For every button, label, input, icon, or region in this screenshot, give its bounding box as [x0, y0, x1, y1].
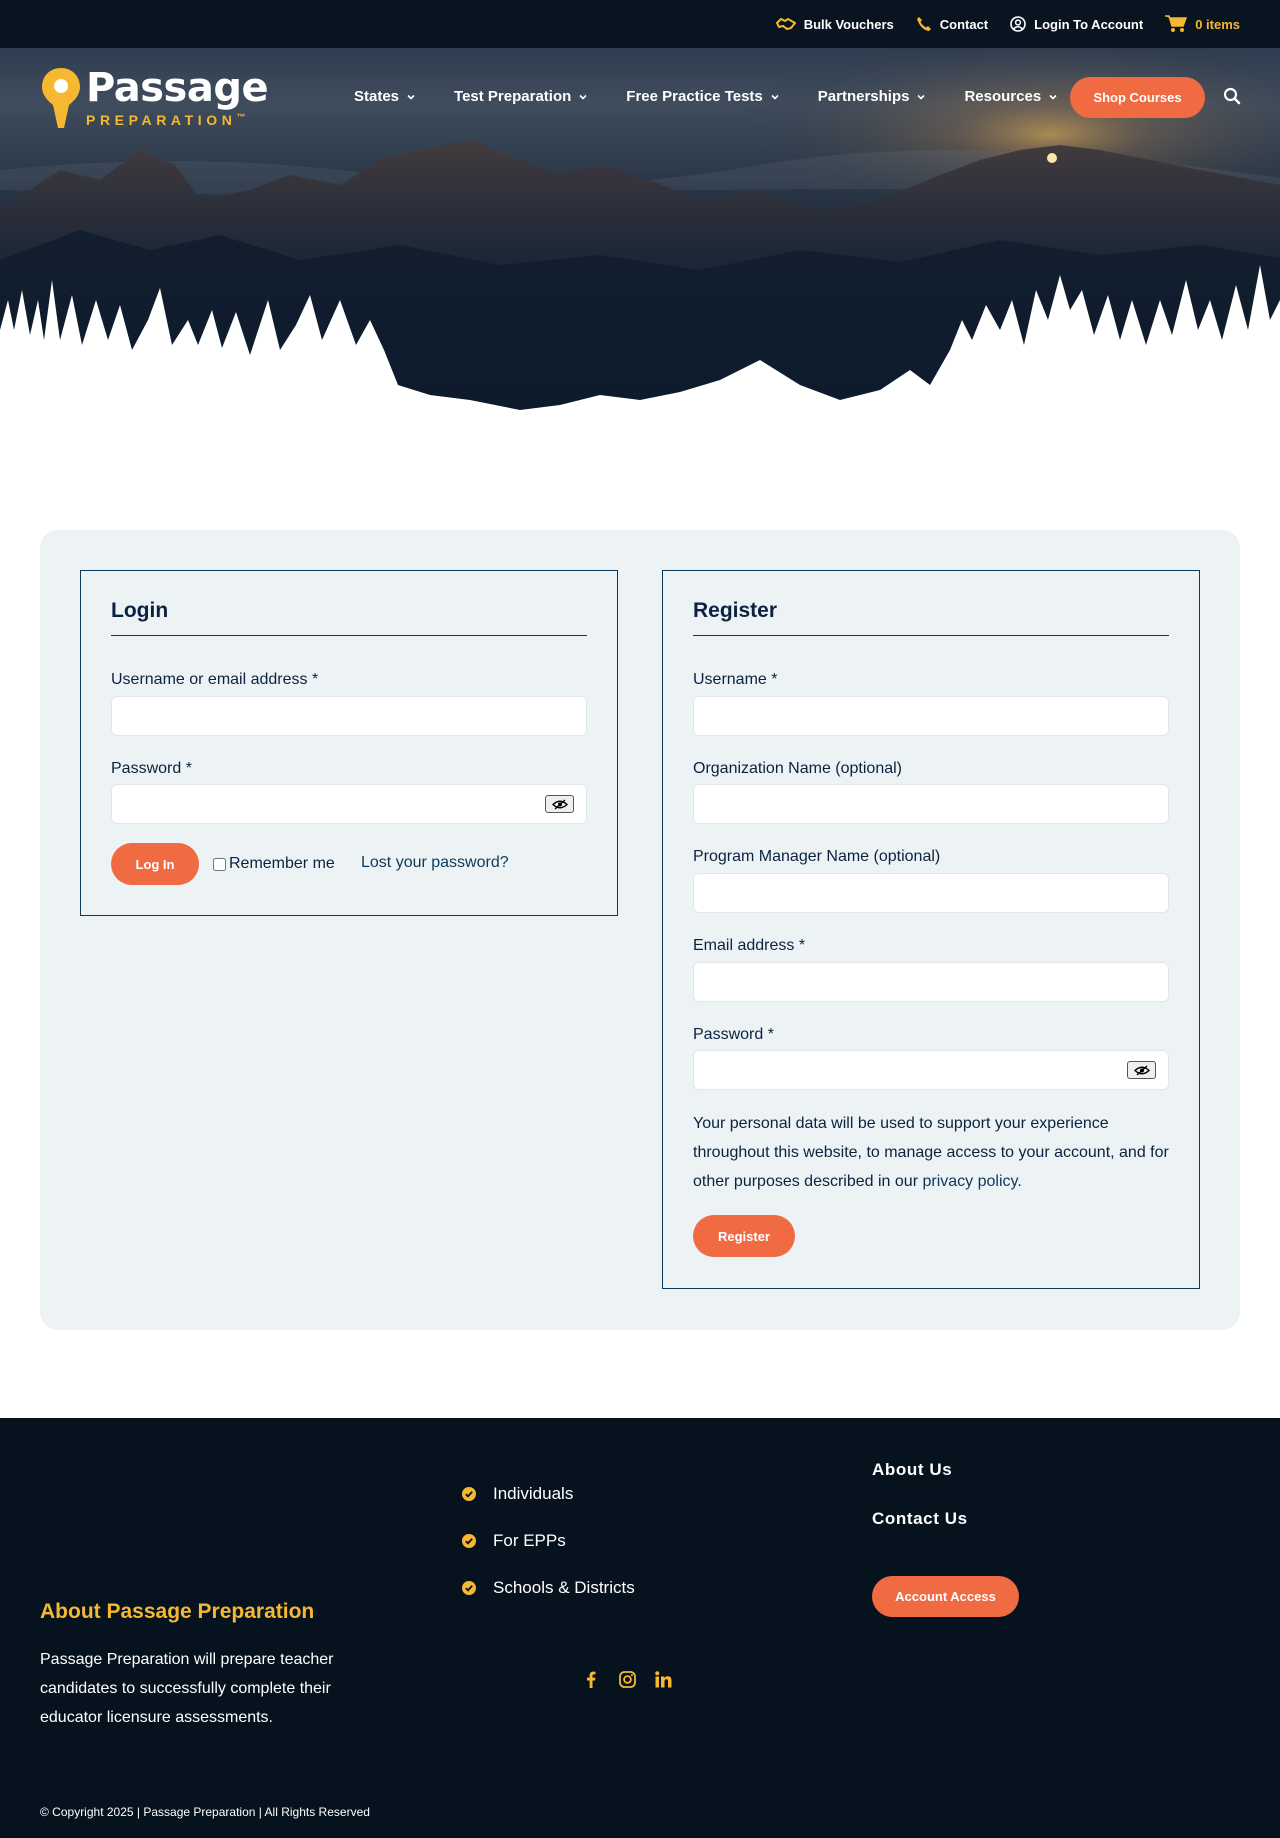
chevron-down-icon: [407, 94, 415, 100]
copyright-text: © Copyright 2025 | Passage Preparation |…: [40, 1805, 370, 1819]
shop-courses-button[interactable]: Shop Courses: [1070, 77, 1205, 118]
cart-count: 0 items: [1195, 16, 1240, 32]
register-username-label: Username *: [693, 671, 778, 688]
search-icon[interactable]: [1223, 87, 1243, 107]
contact-link[interactable]: Contact: [916, 16, 988, 32]
show-password-toggle[interactable]: [1127, 1061, 1156, 1079]
footer-links: About Us Contact Us: [872, 1460, 968, 1558]
email-input[interactable]: [693, 962, 1169, 1002]
site-footer: About Passage Preparation Passage Prepar…: [0, 1418, 1280, 1838]
cart-icon: [1165, 15, 1188, 33]
show-password-toggle[interactable]: [545, 795, 574, 813]
chevron-down-icon: [771, 94, 779, 100]
remember-me-checkbox[interactable]: [213, 857, 226, 871]
register-password-label: Password *: [693, 1026, 774, 1043]
eye-slash-icon: [1133, 1064, 1150, 1076]
privacy-notice: Your personal data will be used to suppo…: [693, 1115, 1169, 1190]
lost-password-link[interactable]: Lost your password?: [361, 854, 509, 872]
nav-resources[interactable]: Resources: [964, 88, 1058, 105]
nav-states[interactable]: States: [354, 88, 416, 105]
handshake-icon: [775, 17, 796, 31]
register-form: Register Username * Organization Name (o…: [662, 570, 1200, 1289]
top-utility-bar: Bulk Vouchers Contact Login To Account 0…: [0, 0, 1280, 48]
login-title: Login: [111, 599, 169, 622]
login-password-label: Password *: [111, 760, 192, 777]
bulk-vouchers-link[interactable]: Bulk Vouchers: [775, 16, 894, 32]
main-navigation: Passage PREPARATION™ States Test Prepara…: [0, 48, 1280, 148]
audience-individuals[interactable]: Individuals: [462, 1470, 635, 1517]
user-circle-icon: [1010, 16, 1026, 32]
register-submit-button[interactable]: Register: [693, 1215, 795, 1257]
about-us-link[interactable]: About Us: [872, 1460, 968, 1509]
map-pin-logo-icon: [42, 68, 80, 133]
check-circle-icon: [462, 1486, 476, 1501]
login-form: Login Username or email address * Passwo…: [80, 570, 618, 916]
instagram-icon[interactable]: [618, 1670, 636, 1688]
program-manager-label: Program Manager Name (optional): [693, 848, 941, 865]
organization-name-label: Organization Name (optional): [693, 760, 902, 777]
register-password-input[interactable]: [693, 1050, 1169, 1090]
remember-me[interactable]: Remember me: [213, 855, 335, 873]
privacy-policy-link[interactable]: privacy policy: [922, 1173, 1017, 1190]
linkedin-icon[interactable]: [654, 1670, 672, 1688]
program-manager-input[interactable]: [693, 873, 1169, 913]
email-label: Email address *: [693, 937, 806, 954]
login-username-label: Username or email address *: [111, 671, 319, 688]
register-title: Register: [693, 599, 778, 622]
audience-epps[interactable]: For EPPs: [462, 1517, 635, 1564]
eye-slash-icon: [551, 798, 568, 810]
title-divider: [693, 635, 1169, 636]
login-to-account-link[interactable]: Login To Account: [1010, 16, 1143, 32]
footer-about-text: Passage Preparation will prepare teacher…: [40, 1651, 334, 1726]
login-label: Login To Account: [1034, 16, 1144, 32]
phone-icon: [916, 16, 932, 32]
login-username-input[interactable]: [111, 696, 587, 736]
check-circle-icon: [462, 1533, 476, 1548]
cart-link[interactable]: 0 items: [1165, 15, 1240, 33]
audience-list: Individuals For EPPs Schools & Districts: [462, 1470, 635, 1611]
remember-me-label: Remember me: [229, 855, 335, 872]
passage-logo[interactable]: Passage PREPARATION™: [42, 65, 269, 133]
contact-us-link[interactable]: Contact Us: [872, 1509, 968, 1558]
footer-about-title: About Passage Preparation: [40, 1600, 315, 1623]
chevron-down-icon: [579, 94, 587, 100]
organization-name-input[interactable]: [693, 784, 1169, 824]
nav-test-preparation[interactable]: Test Preparation: [454, 88, 588, 105]
contact-label: Contact: [939, 16, 989, 32]
register-username-input[interactable]: [693, 696, 1169, 736]
title-divider: [111, 635, 587, 636]
login-password-input[interactable]: [111, 784, 587, 824]
audience-schools-districts[interactable]: Schools & Districts: [462, 1564, 635, 1611]
social-links: [582, 1670, 672, 1688]
chevron-down-icon: [1049, 94, 1057, 100]
bulk-vouchers-label: Bulk Vouchers: [803, 16, 894, 32]
check-circle-icon: [462, 1580, 476, 1595]
login-submit-button[interactable]: Log In: [111, 843, 199, 885]
hero-banner: Bulk Vouchers Contact Login To Account 0…: [0, 0, 1280, 420]
nav-partnerships[interactable]: Partnerships: [818, 88, 927, 105]
account-access-button[interactable]: Account Access: [872, 1576, 1019, 1617]
nav-free-practice-tests[interactable]: Free Practice Tests: [626, 88, 779, 105]
chevron-down-icon: [917, 94, 926, 100]
primary-menu: States Test Preparation Free Practice Te…: [354, 88, 1058, 105]
logo-wordmark: Passage: [86, 65, 269, 111]
facebook-icon[interactable]: [582, 1670, 600, 1688]
logo-tagline: PREPARATION™: [86, 112, 246, 128]
account-forms-panel: Login Username or email address * Passwo…: [40, 530, 1240, 1330]
